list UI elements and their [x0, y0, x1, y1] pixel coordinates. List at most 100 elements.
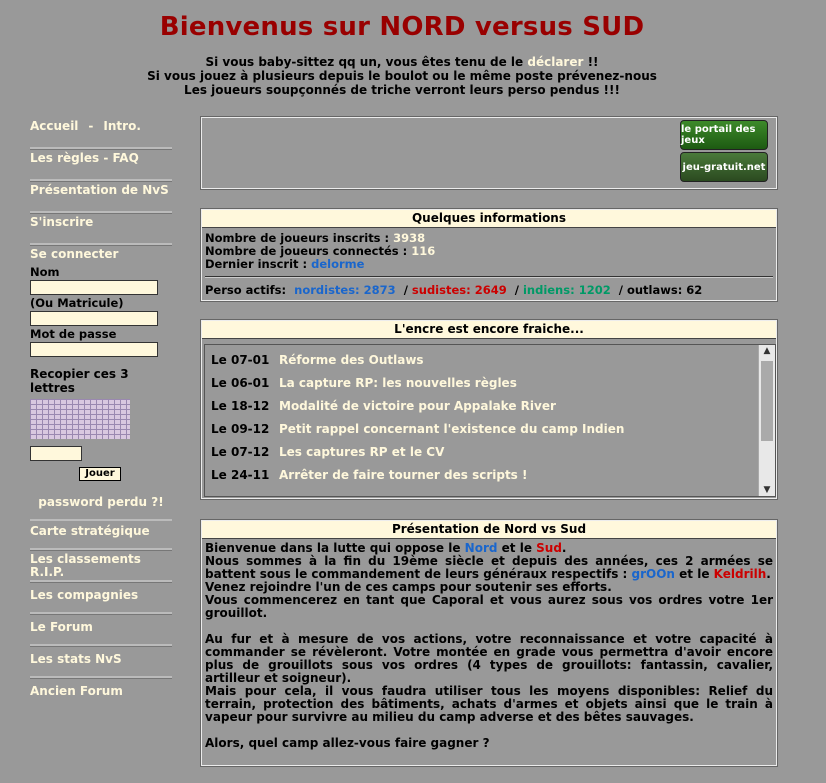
scroll-down-icon[interactable]: ▼	[759, 485, 775, 495]
para-text: .	[766, 567, 771, 581]
presentation-para: Au fur et à mesure de vos actions, votre…	[205, 632, 773, 685]
nord-label: Nord	[464, 541, 498, 555]
indiens-count: indiens: 1202	[522, 283, 611, 297]
news-box: L'encre est encore fraiche... Le 07-01 Ré…	[200, 319, 778, 500]
dernier-label: Dernier inscrit :	[205, 257, 312, 271]
sidebar-item-regles[interactable]: Les règles - FAQ	[30, 150, 172, 181]
presentation-para: Alors, quel camp allez-vous faire gagner…	[205, 736, 490, 750]
password-input[interactable]	[30, 342, 158, 357]
sud-label: Sud	[536, 541, 562, 555]
list-item: Le 06-01 La capture RP: les nouvelles règ…	[211, 376, 775, 399]
general-sud[interactable]: Keldrilh	[714, 567, 767, 581]
nom-input[interactable]	[30, 280, 158, 295]
slash: /	[514, 283, 519, 297]
sidebar-item-carte[interactable]: Carte stratégique	[30, 519, 172, 550]
intro-link[interactable]: Intro.	[103, 119, 140, 133]
password-label: Mot de passe	[30, 327, 117, 341]
para-text: et le	[497, 541, 537, 555]
sidebar-item-stats[interactable]: Les stats NvS	[30, 647, 172, 678]
sidebar-item-presentation[interactable]: Présentation de NvS	[30, 182, 172, 213]
sidebar-item-inscrire[interactable]: S'inscrire	[30, 214, 172, 245]
list-item: Le 18-12 Modalité de victoire pour Appala…	[211, 399, 775, 422]
inscrits-label: Nombre de joueurs inscrits :	[205, 231, 394, 245]
info-box: Quelques informations Nombre de joueurs …	[200, 208, 778, 302]
news-link[interactable]: Modalité de victoire pour Appalake River	[279, 399, 556, 413]
outlaws-count: outlaws: 62	[626, 283, 703, 297]
connectes-value: 116	[411, 244, 436, 258]
captcha-input[interactable]	[30, 446, 82, 461]
divider	[205, 276, 773, 278]
dernier-value[interactable]: delorme	[311, 257, 364, 271]
inscrits-value: 3938	[393, 231, 426, 245]
presentation-body: Bienvenue dans la lutte qui oppose le No…	[202, 539, 776, 753]
sidebar-item-ancien-forum[interactable]: Ancien Forum	[30, 679, 172, 698]
news-scrollbar[interactable]: ▲ ▼	[758, 345, 775, 496]
sidebar-item-accueil-intro: Accueil - Intro.	[30, 118, 172, 149]
nom-label: Nom	[30, 265, 60, 279]
notice-text-end: !!	[583, 55, 599, 69]
notice-line-3: Les joueurs soupçonnés de triche verront…	[184, 83, 620, 97]
password-forgot-link[interactable]: password perdu ?!	[30, 495, 172, 509]
news-date: Le 18-12	[211, 399, 270, 413]
list-item: Le 24-11 Arrêter de faire tourner des scr…	[211, 468, 775, 491]
login-form: Se connecter Nom (Ou Matricule) Mot de p…	[30, 247, 172, 509]
page-title: Bienvenus sur NORD versus SUD	[159, 12, 645, 42]
notice-text: Si vous baby-sittez qq un, vous êtes ten…	[205, 55, 528, 69]
news-date: Le 06-01	[211, 376, 270, 390]
news-date: Le 07-01	[211, 353, 270, 367]
presentation-para: Nous sommes à la fin du 19ème siècle et …	[205, 555, 773, 581]
presentation-title: Présentation de Nord vs Sud	[202, 521, 776, 539]
news-date: Le 07-12	[211, 445, 270, 459]
matricule-input[interactable]	[30, 311, 158, 326]
news-link[interactable]: Petit rappel concernant l'existence du c…	[279, 422, 624, 436]
news-link[interactable]: Réforme des Outlaws	[279, 353, 424, 367]
header-notice: Si vous baby-sittez qq un, vous êtes ten…	[0, 55, 804, 97]
jeu-gratuit-logo[interactable]: jeu-gratuit.net	[680, 152, 768, 182]
matricule-label: (Ou Matricule)	[30, 296, 124, 310]
general-nord[interactable]: grOOn	[632, 567, 675, 581]
sudistes-count: sudistes: 2649	[411, 283, 507, 297]
actifs-row: Perso actifs: nordistes: 2873 / sudistes…	[205, 284, 773, 297]
captcha-label: Recopier ces 3 lettres	[30, 367, 129, 395]
presentation-para: Mais pour cela, il vous faudra utiliser …	[205, 684, 773, 724]
sidebar-item-classements[interactable]: Les classements R.I.P.	[30, 551, 172, 582]
news-date: Le 09-12	[211, 422, 270, 436]
info-title: Quelques informations	[202, 210, 776, 228]
sidebar-item-forum[interactable]: Le Forum	[30, 615, 172, 646]
jouer-button[interactable]: Jouer	[79, 467, 121, 481]
captcha-image	[30, 399, 130, 439]
nordistes-count: nordistes: 2873	[294, 283, 396, 297]
list-item: Le 09-12 Petit rappel concernant l'existe…	[211, 422, 775, 445]
presentation-box: Présentation de Nord vs Sud Bienvenue da…	[200, 519, 778, 767]
news-date: Le 24-11	[211, 468, 270, 482]
presentation-para: Vous commencerez en tant que Caporal et …	[205, 593, 773, 620]
notice-line-1: Si vous baby-sittez qq un, vous êtes ten…	[0, 55, 804, 69]
portail-des-jeux-logo[interactable]: le portail des jeux	[680, 120, 768, 150]
sidebar: Accueil - Intro. Les règles - FAQ Présenta…	[30, 118, 172, 698]
scroll-thumb[interactable]	[761, 361, 773, 441]
news-link[interactable]: La capture RP: les nouvelles règles	[279, 376, 517, 390]
news-title: L'encre est encore fraiche...	[202, 321, 776, 339]
para-text: et le	[674, 567, 714, 581]
sidebar-item-compagnies[interactable]: Les compagnies	[30, 583, 172, 614]
accueil-link[interactable]: Accueil	[30, 119, 78, 133]
scroll-up-icon[interactable]: ▲	[759, 346, 775, 356]
info-body: Nombre de joueurs inscrits : 3938 Nombre…	[202, 228, 776, 301]
slash: /	[618, 283, 623, 297]
nav-separator: -	[88, 119, 94, 133]
news-link[interactable]: Arrêter de faire tourner des scripts !	[279, 468, 527, 482]
connectes-label: Nombre de joueurs connectés :	[205, 244, 412, 258]
banner-box: le portail des jeux jeu-gratuit.net	[200, 116, 778, 190]
actifs-label: Perso actifs:	[205, 283, 287, 297]
news-scroll-area[interactable]: Le 07-01 Réforme des Outlaws Le 06-01 La c…	[204, 344, 776, 497]
dernier-row: Dernier inscrit : delorme	[205, 258, 773, 271]
list-item: Le 07-12 Les captures RP et le CV	[211, 445, 775, 468]
notice-line-2: Si vous jouez à plusieurs depuis le boul…	[147, 69, 657, 83]
news-link[interactable]: Les captures RP et le CV	[279, 445, 444, 459]
para-text: .	[561, 541, 567, 555]
declarer-link[interactable]: déclarer	[527, 55, 583, 69]
list-item: Le 07-01 Réforme des Outlaws	[211, 353, 775, 376]
login-title: Se connecter	[30, 247, 119, 261]
news-list: Le 07-01 Réforme des Outlaws Le 06-01 La c…	[205, 345, 775, 491]
slash: /	[403, 283, 408, 297]
